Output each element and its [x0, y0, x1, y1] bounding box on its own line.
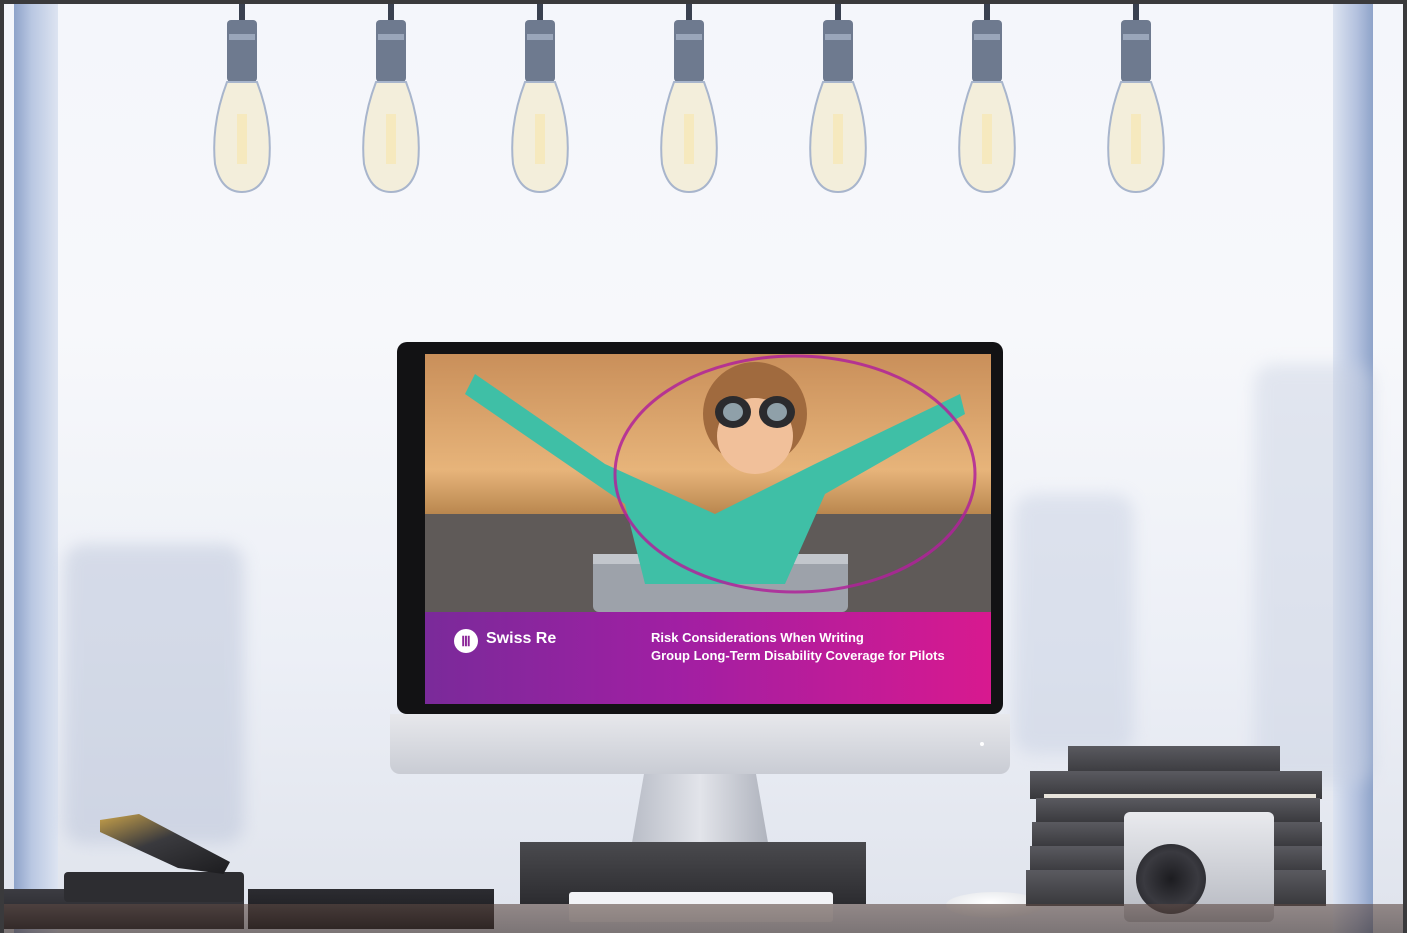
light-bulb-icon	[362, 4, 420, 194]
swiss-re-logo-icon: Ⅲ	[454, 629, 478, 653]
window-frame-left	[14, 4, 58, 933]
background-haze	[1014, 494, 1134, 754]
background-haze	[1254, 364, 1374, 784]
desk-surface	[4, 904, 1403, 933]
power-indicator	[980, 742, 984, 746]
monitor-chin	[390, 714, 1010, 774]
light-bulb-icon	[213, 4, 271, 194]
monitor-bezel: Ⅲ Swiss Re Risk Considerations When Writ…	[397, 342, 1003, 714]
desktop-monitor: Ⅲ Swiss Re Risk Considerations When Writ…	[390, 342, 1010, 774]
document-title-line-2: Group Long-Term Disability Coverage for …	[651, 648, 945, 663]
background-haze	[64, 544, 244, 844]
stapler-base	[64, 872, 244, 902]
monitor-screen: Ⅲ Swiss Re Risk Considerations When Writ…	[425, 354, 991, 704]
brand-name: Swiss Re	[486, 630, 557, 647]
title-banner: Ⅲ Swiss Re Risk Considerations When Writ…	[425, 612, 991, 704]
light-bulb-icon	[1107, 4, 1165, 194]
light-bulb-icon	[660, 4, 718, 194]
photo-scene: Ⅲ Swiss Re Risk Considerations When Writ…	[4, 4, 1403, 933]
document-title-line-1: Risk Considerations When Writing	[651, 630, 864, 645]
light-bulb-icon	[511, 4, 569, 194]
screen-photo	[425, 354, 991, 612]
light-bulb-icon	[809, 4, 867, 194]
light-bulb-icon	[958, 4, 1016, 194]
